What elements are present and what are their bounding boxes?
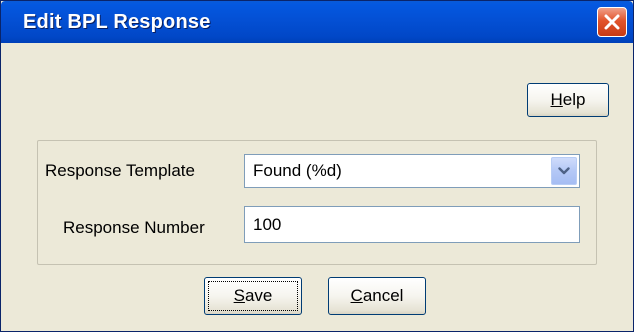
dialog-body: Help Response Template Found (%d) Respon… xyxy=(1,43,633,331)
response-template-value: Found (%d) xyxy=(253,161,342,180)
help-label-rest: elp xyxy=(562,90,586,109)
title-bar[interactable]: Edit BPL Response xyxy=(1,1,633,43)
cancel-button[interactable]: Cancel xyxy=(328,277,426,315)
help-mnemonic: H xyxy=(550,90,563,109)
close-icon xyxy=(604,14,620,30)
cancel-label-rest: ancel xyxy=(362,286,404,305)
cancel-mnemonic: C xyxy=(350,286,363,305)
response-number-field[interactable] xyxy=(245,207,579,242)
close-button[interactable] xyxy=(597,7,627,37)
chevron-down-icon xyxy=(558,167,570,175)
response-number-field-box xyxy=(244,206,580,243)
focus-rect xyxy=(208,281,298,311)
response-number-label: Response Number xyxy=(63,218,205,237)
response-template-dropdown[interactable]: Found (%d) xyxy=(244,154,580,188)
dropdown-arrow-button[interactable] xyxy=(551,157,577,185)
window-title: Edit BPL Response xyxy=(23,11,211,33)
save-button[interactable]: Save xyxy=(204,277,302,315)
dialog-window: Edit BPL Response Help Response Template… xyxy=(0,0,634,332)
response-template-label: Response Template xyxy=(45,161,195,180)
help-button[interactable]: Help xyxy=(527,83,609,117)
